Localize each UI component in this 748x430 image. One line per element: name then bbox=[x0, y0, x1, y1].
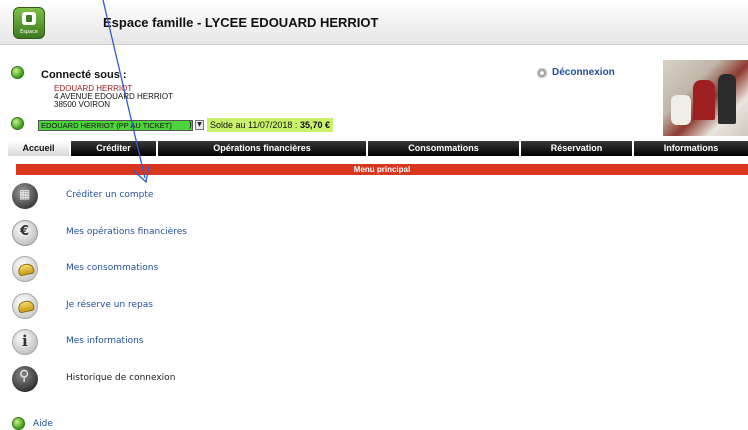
menu-item-label: Historique de connexion bbox=[66, 373, 176, 383]
menu-item-label: Je réserve un repas bbox=[66, 300, 153, 310]
page-title: Espace famille - LYCEE EDOUARD HERRIOT bbox=[103, 15, 379, 30]
logout-label: Déconnexion bbox=[552, 67, 615, 78]
tab-operations[interactable]: Opérations financières bbox=[158, 141, 368, 156]
header-photo bbox=[663, 60, 748, 136]
tab-reservation[interactable]: Réservation bbox=[521, 141, 634, 156]
menu-item-consommations[interactable]: Mes consommations bbox=[12, 255, 158, 283]
app-logo: Espace bbox=[13, 7, 45, 39]
annotation-arrow bbox=[102, 0, 150, 184]
account-select[interactable]: EDOUARD HERRIOT (PP AU TICKET) bbox=[38, 120, 193, 131]
tab-consommations[interactable]: Consommations bbox=[368, 141, 521, 156]
menu-title: Menu principal bbox=[16, 164, 748, 175]
tab-crediter[interactable]: Créditer bbox=[71, 141, 158, 156]
account-select-value: EDOUARD HERRIOT (PP AU TICKET) bbox=[41, 121, 172, 130]
address-line-2: 38500 VOIRON bbox=[54, 100, 111, 109]
connected-label: Connecté sous : bbox=[41, 69, 127, 81]
logo-caption: Espace bbox=[20, 29, 38, 35]
balance-label: Solde au 11/07/2018 : bbox=[210, 120, 298, 130]
main-nav: Accueil Créditer Opérations financières … bbox=[8, 141, 748, 156]
menu-item-label: Mes informations bbox=[66, 336, 144, 346]
menu-item-historique[interactable]: Historique de connexion bbox=[12, 365, 175, 393]
help-label: Aide bbox=[33, 418, 53, 429]
balance-value: 35,70 € bbox=[299, 120, 330, 130]
status-dot-icon bbox=[11, 66, 24, 79]
power-icon bbox=[537, 67, 547, 78]
dropdown-arrow-icon[interactable]: ▼ bbox=[195, 120, 204, 130]
info-icon bbox=[12, 329, 38, 355]
bread-icon bbox=[12, 293, 38, 319]
tab-accueil[interactable]: Accueil bbox=[8, 141, 71, 156]
help-link[interactable]: Aide bbox=[12, 417, 53, 430]
euro-icon bbox=[12, 220, 38, 246]
help-icon bbox=[12, 417, 25, 430]
menu-item-crediter[interactable]: Créditer un compte bbox=[12, 182, 153, 210]
status-dot-icon bbox=[11, 117, 24, 130]
menu-item-reserver[interactable]: Je réserve un repas bbox=[12, 292, 153, 320]
account-select-tail: ) bbox=[189, 120, 192, 129]
menu-item-label: Mes opérations financières bbox=[66, 227, 187, 237]
menu-item-label: Mes consommations bbox=[66, 263, 159, 273]
history-icon bbox=[12, 366, 38, 392]
menu-item-operations[interactable]: Mes opérations financières bbox=[12, 219, 187, 247]
tab-informations[interactable]: Informations bbox=[634, 141, 748, 156]
logout-link[interactable]: Déconnexion bbox=[537, 67, 615, 78]
menu-item-label: Créditer un compte bbox=[66, 190, 154, 200]
balance: Solde au 11/07/2018 : 35,70 € bbox=[207, 118, 333, 132]
menu-item-informations[interactable]: Mes informations bbox=[12, 328, 143, 356]
bread-icon bbox=[12, 256, 38, 282]
cart-icon bbox=[12, 183, 38, 209]
